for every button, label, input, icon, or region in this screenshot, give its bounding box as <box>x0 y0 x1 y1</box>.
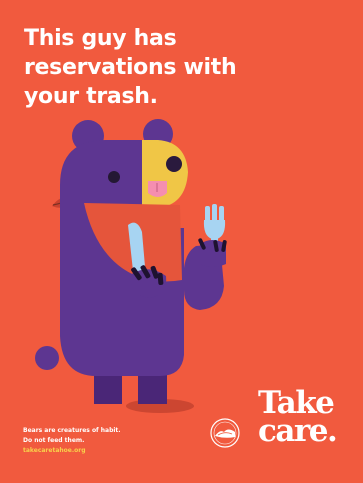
brand-line-2: care. <box>258 413 338 449</box>
footer-url[interactable]: takecaretahoe.org <box>23 446 121 456</box>
poster: This guy has reservations with your tras… <box>0 0 363 483</box>
bear-muzzle <box>142 140 188 208</box>
lake-tahoe-seal-icon <box>210 418 240 448</box>
bear-nose <box>166 156 182 172</box>
footer-line-2: Do not feed them. <box>23 437 85 444</box>
bear-tail <box>35 346 59 370</box>
footer-line-1: Bears are creatures of habit. <box>23 427 121 434</box>
bear-eye <box>108 171 120 183</box>
footer-copy: Bears are creatures of habit. Do not fee… <box>23 426 121 456</box>
brand-logo: Take care. <box>258 388 338 449</box>
